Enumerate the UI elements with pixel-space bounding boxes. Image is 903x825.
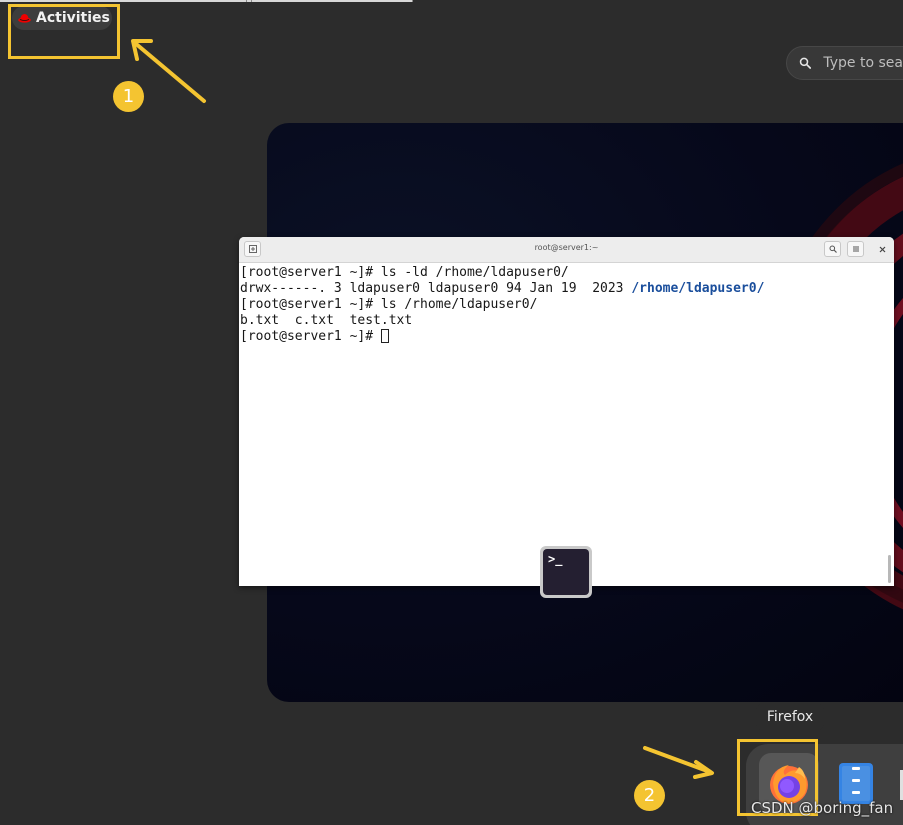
terminal-line: [root@server1 ~]# ls /rhome/ldapuser0/ bbox=[240, 297, 538, 312]
search-entry[interactable]: Type to search bbox=[786, 46, 903, 80]
terminal-output[interactable]: [root@server1 ~]# ls -ld /rhome/ldapuser… bbox=[239, 263, 894, 345]
terminal-title: root@server1:~ bbox=[534, 243, 599, 252]
terminal-line: [root@server1 ~]# bbox=[240, 329, 893, 345]
terminal-scrollbar[interactable] bbox=[888, 555, 891, 583]
terminal-line: [root@server1 ~]# ls -ld /rhome/ldapuser… bbox=[240, 265, 569, 280]
callout-arrow-2 bbox=[643, 746, 714, 779]
text-cursor bbox=[380, 329, 389, 343]
terminal-headerbar: root@server1:~ bbox=[239, 237, 894, 263]
terminal-prompt: [root@server1 ~]# bbox=[240, 329, 381, 344]
terminal-menu-button[interactable] bbox=[847, 241, 864, 257]
terminal-line-text: drwx------. 3 ldapuser0 ldapuser0 94 Jan… bbox=[240, 281, 632, 296]
top-edge-strip bbox=[0, 0, 413, 2]
close-button[interactable] bbox=[876, 241, 888, 257]
directory-highlight: /rhome/ldapuser0/ bbox=[631, 281, 765, 296]
callout-number-2: 2 bbox=[634, 780, 665, 811]
overview-screen: Activities 1 Type to search bbox=[0, 0, 903, 825]
terminal-line: drwx------. 3 ldapuser0 ldapuser0 94 Jan… bbox=[240, 281, 893, 297]
search-icon bbox=[799, 57, 812, 69]
terminal-search-button[interactable] bbox=[824, 241, 841, 257]
strip-divider bbox=[246, 0, 247, 2]
firefox-tooltip: Firefox bbox=[756, 703, 824, 731]
search-icon bbox=[829, 245, 837, 253]
terminal-icon-face: >_ bbox=[543, 549, 589, 595]
strip-divider bbox=[412, 0, 413, 2]
callout-number-1: 1 bbox=[113, 81, 144, 112]
hamburger-menu-icon bbox=[852, 246, 859, 252]
callout-box-activities bbox=[8, 4, 120, 59]
terminal-app-icon[interactable]: >_ bbox=[540, 546, 592, 598]
watermark: CSDN @boring_fan bbox=[751, 799, 894, 817]
terminal-window[interactable]: root@server1:~ [root@server1 ~]# ls -ld … bbox=[239, 237, 894, 586]
terminal-line: b.txt c.txt test.txt bbox=[240, 313, 413, 328]
terminal-icon-glyph: >_ bbox=[548, 552, 563, 566]
search-placeholder: Type to search bbox=[823, 55, 903, 71]
close-icon bbox=[879, 246, 885, 252]
strip-divider bbox=[251, 0, 252, 2]
